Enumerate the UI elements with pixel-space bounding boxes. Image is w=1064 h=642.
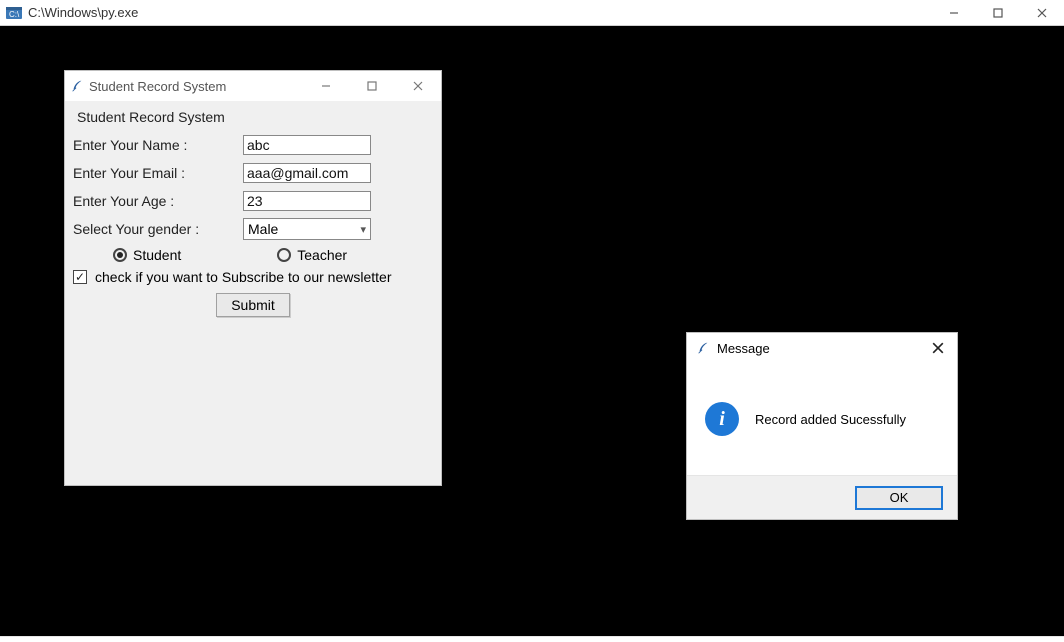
label-gender: Select Your gender : [73, 221, 243, 237]
form-minimize-button[interactable] [303, 71, 349, 101]
radio-student-icon [113, 248, 127, 262]
ok-button[interactable]: OK [855, 486, 943, 510]
radio-student-label: Student [133, 247, 181, 263]
radio-teacher-label: Teacher [297, 247, 347, 263]
newsletter-label: check if you want to Subscribe to our ne… [95, 269, 391, 285]
console-titlebar: C:\ C:\Windows\py.exe [0, 0, 1064, 26]
info-icon: i [705, 402, 739, 436]
chevron-down-icon: ▾ [360, 223, 366, 236]
message-close-button[interactable] [923, 333, 953, 363]
gender-combobox[interactable]: Male ▾ [243, 218, 371, 240]
radio-student[interactable]: Student [113, 247, 181, 263]
tk-feather-icon [65, 79, 89, 93]
form-close-button[interactable] [395, 71, 441, 101]
form-titlebar[interactable]: Student Record System [65, 71, 441, 101]
form-window: Student Record System Student Record Sys… [64, 70, 442, 486]
label-email: Enter Your Email : [73, 165, 243, 181]
console-maximize-button[interactable] [976, 0, 1020, 26]
age-input[interactable] [243, 191, 371, 211]
svg-text:C:\: C:\ [9, 10, 20, 19]
email-input[interactable] [243, 163, 371, 183]
console-minimize-button[interactable] [932, 0, 976, 26]
bottom-strip [0, 636, 1064, 642]
message-titlebar[interactable]: Message [687, 333, 957, 363]
form-maximize-button[interactable] [349, 71, 395, 101]
radio-teacher-icon [277, 248, 291, 262]
message-body-text: Record added Sucessfully [755, 412, 906, 427]
form-heading: Student Record System [77, 109, 433, 125]
radio-teacher[interactable]: Teacher [277, 247, 347, 263]
label-age: Enter Your Age : [73, 193, 243, 209]
tk-feather-icon [693, 341, 713, 355]
message-window: Message i Record added Sucessfully OK [686, 332, 958, 520]
gender-value: Male [248, 221, 278, 237]
form-title: Student Record System [89, 79, 226, 94]
message-title: Message [717, 341, 770, 356]
newsletter-checkbox[interactable]: ✓ check if you want to Subscribe to our … [73, 269, 433, 285]
label-name: Enter Your Name : [73, 137, 243, 153]
name-input[interactable] [243, 135, 371, 155]
cmd-icon: C:\ [6, 5, 22, 21]
console-close-button[interactable] [1020, 0, 1064, 26]
checkmark-icon: ✓ [73, 270, 87, 284]
submit-button[interactable]: Submit [216, 293, 290, 317]
console-title: C:\Windows\py.exe [28, 5, 138, 20]
